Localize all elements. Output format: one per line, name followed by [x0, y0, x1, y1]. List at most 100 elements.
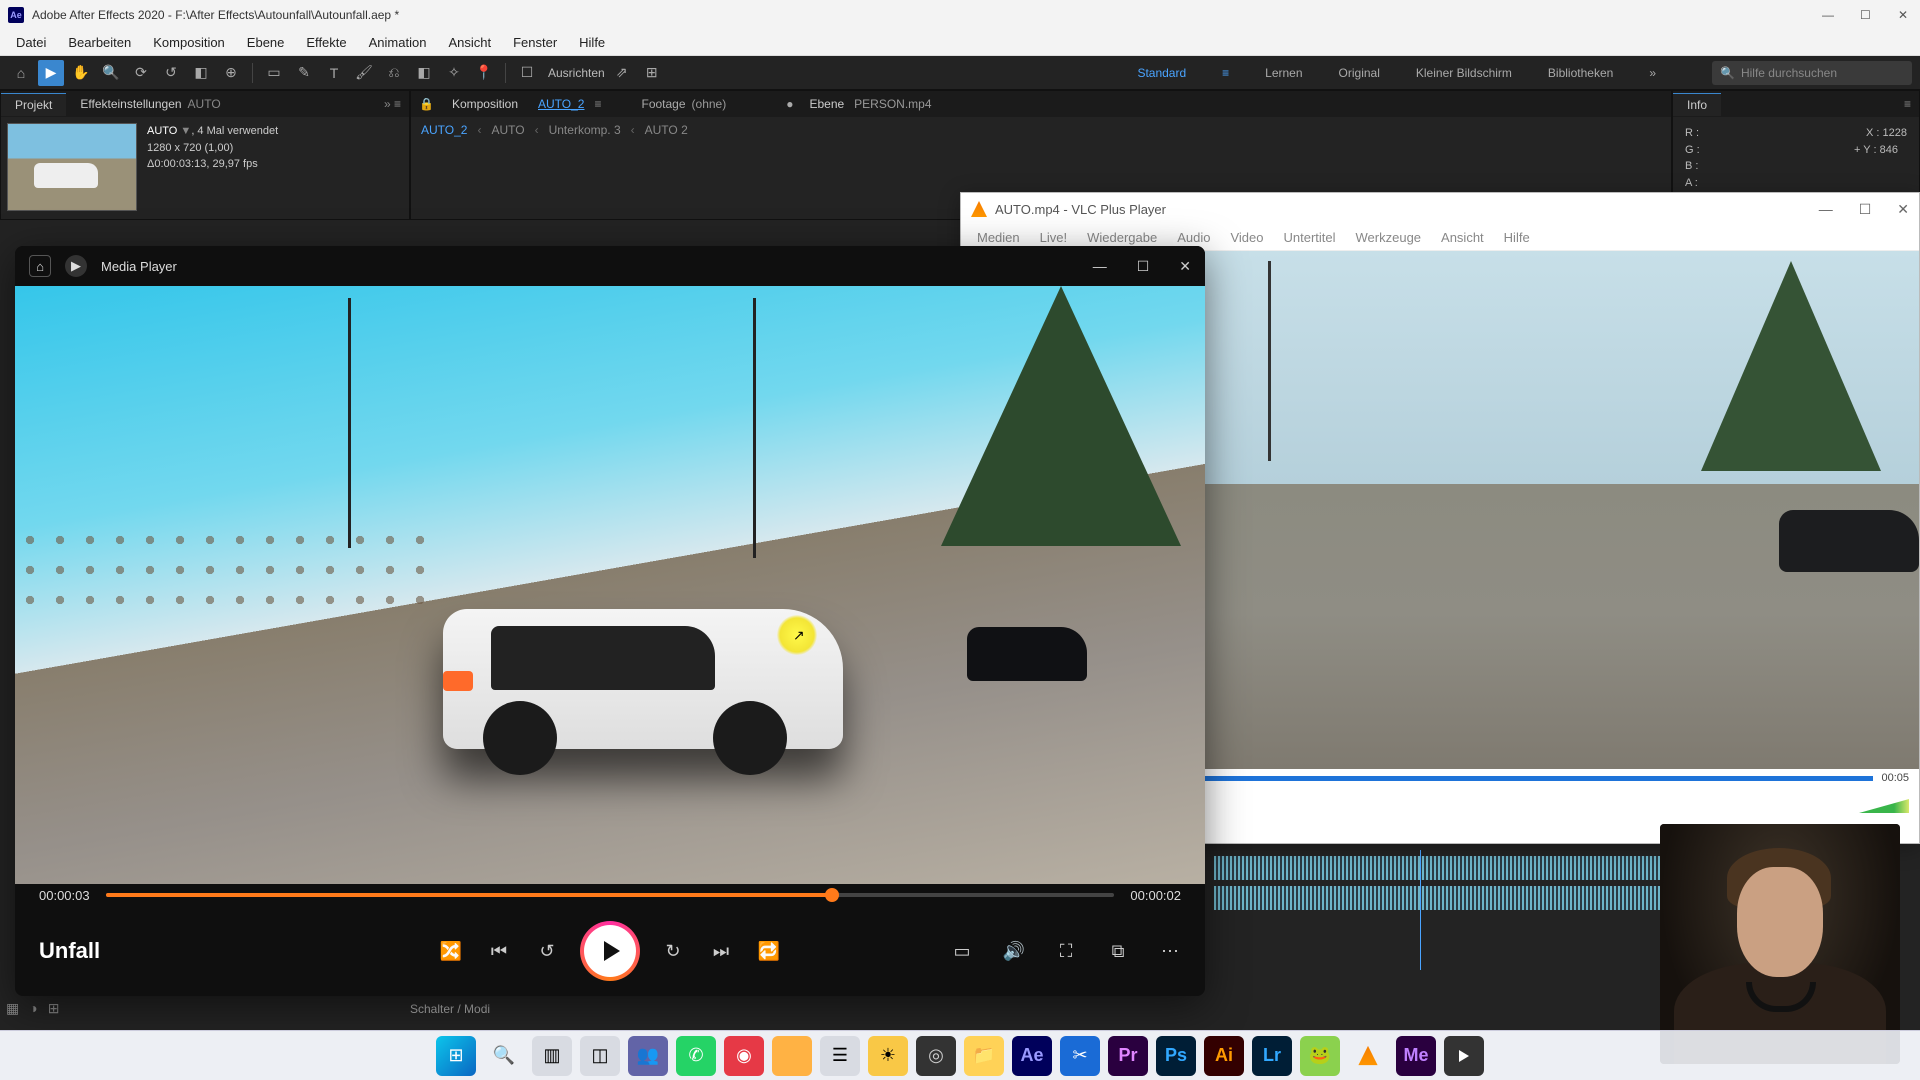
menu-bearbeiten[interactable]: Bearbeiten	[58, 33, 141, 52]
mp-titlebar[interactable]: ⌂ ▶ Media Player — ☐ ✕	[15, 246, 1205, 286]
status-icon[interactable]: ◑	[29, 1000, 37, 1017]
lock-icon[interactable]: 🔒	[419, 97, 434, 111]
vlc-menu-medien[interactable]: Medien	[969, 228, 1028, 247]
puppet-tool-icon[interactable]: 📍	[471, 60, 497, 86]
bc-3[interactable]: AUTO 2	[645, 123, 688, 137]
workspace-bibliotheken[interactable]: Bibliotheken	[1548, 66, 1613, 80]
tab-info[interactable]: Info	[1673, 93, 1721, 116]
shape-tool-icon[interactable]: ▭	[261, 60, 287, 86]
firefox-icon[interactable]	[772, 1036, 812, 1076]
vlc-menu-ansicht[interactable]: Ansicht	[1433, 228, 1492, 247]
vlc-menu-live[interactable]: Live!	[1032, 228, 1075, 247]
close-icon[interactable]: ✕	[1897, 201, 1909, 218]
whatsapp-icon[interactable]: ✆	[676, 1036, 716, 1076]
miniplayer-icon[interactable]: ⧉	[1107, 941, 1129, 962]
photoshop-icon[interactable]: Ps	[1156, 1036, 1196, 1076]
vlc-icon[interactable]	[1348, 1036, 1388, 1076]
ae-titlebar[interactable]: Ae Adobe After Effects 2020 - F:\After E…	[0, 0, 1920, 30]
prev-icon[interactable]: ⏮	[488, 941, 510, 962]
dropdown-icon[interactable]: ▼	[180, 125, 191, 137]
media-player-icon[interactable]	[1444, 1036, 1484, 1076]
menu-datei[interactable]: Datei	[6, 33, 56, 52]
start-icon[interactable]: ⊞	[436, 1036, 476, 1076]
project-thumbnail[interactable]	[7, 123, 137, 211]
anchor-tool-icon[interactable]: ⊕	[218, 60, 244, 86]
after-effects-icon[interactable]: Ae	[1012, 1036, 1052, 1076]
vlc-menu-werkzeuge[interactable]: Werkzeuge	[1348, 228, 1430, 247]
more-icon[interactable]: ⋯	[1159, 941, 1181, 962]
bc-0[interactable]: AUTO_2	[421, 123, 467, 137]
workspace-dropdown-icon[interactable]: ≡	[1222, 66, 1229, 80]
home-tool-icon[interactable]: ⌂	[8, 60, 34, 86]
timeline-playhead[interactable]	[1420, 850, 1421, 970]
shuffle-icon[interactable]: 🔀	[440, 941, 462, 962]
fwd30-icon[interactable]: ↻	[662, 941, 684, 962]
bc-1[interactable]: AUTO	[491, 123, 524, 137]
next-icon[interactable]: ⏭	[710, 941, 732, 962]
snap-opt1-icon[interactable]: ⇗	[609, 60, 635, 86]
fullscreen-icon[interactable]: ⛶	[1055, 941, 1077, 962]
maximize-icon[interactable]: ☐	[1137, 258, 1150, 275]
app-icon[interactable]: ☀	[868, 1036, 908, 1076]
workspace-kleiner[interactable]: Kleiner Bildschirm	[1416, 66, 1512, 80]
eraser-tool-icon[interactable]: ◧	[411, 60, 437, 86]
vlc-menu-wiedergabe[interactable]: Wiedergabe	[1079, 228, 1165, 247]
mp-seekbar[interactable]	[106, 893, 1115, 897]
snap-opt2-icon[interactable]: ⊞	[639, 60, 665, 86]
vlc-menu-untertitel[interactable]: Untertitel	[1275, 228, 1343, 247]
maximize-icon[interactable]: ☐	[1860, 8, 1874, 22]
menu-komposition[interactable]: Komposition	[143, 33, 235, 52]
menu-fenster[interactable]: Fenster	[503, 33, 567, 52]
media-encoder-icon[interactable]: Me	[1396, 1036, 1436, 1076]
close-icon[interactable]: ✕	[1179, 258, 1191, 275]
app-icon[interactable]: ✂	[1060, 1036, 1100, 1076]
roto-tool-icon[interactable]: ✧	[441, 60, 467, 86]
obs-icon[interactable]: ◎	[916, 1036, 956, 1076]
menu-ebene[interactable]: Ebene	[237, 33, 295, 52]
comp-dropdown-icon[interactable]: ≡	[594, 97, 601, 111]
bc-2[interactable]: Unterkomp. 3	[549, 123, 621, 137]
mp-video-area[interactable]	[15, 286, 1205, 884]
vlc-titlebar[interactable]: AUTO.mp4 - VLC Plus Player — ☐ ✕	[961, 193, 1919, 225]
rotate-tool-icon[interactable]: ↺	[158, 60, 184, 86]
camera-tool-icon[interactable]: ◧	[188, 60, 214, 86]
illustrator-icon[interactable]: Ai	[1204, 1036, 1244, 1076]
menu-animation[interactable]: Animation	[359, 33, 437, 52]
app-icon[interactable]: 🐸	[1300, 1036, 1340, 1076]
explorer-icon[interactable]: 📁	[964, 1036, 1004, 1076]
widgets-icon[interactable]: ◫	[580, 1036, 620, 1076]
stamp-tool-icon[interactable]: ⎌	[381, 60, 407, 86]
vlc-menu-hilfe[interactable]: Hilfe	[1496, 228, 1538, 247]
tab-projekt[interactable]: Projekt	[1, 93, 66, 116]
teams-icon[interactable]: 👥	[628, 1036, 668, 1076]
workspace-more-icon[interactable]: »	[1649, 66, 1656, 80]
maximize-icon[interactable]: ☐	[1859, 201, 1872, 218]
vlc-volume-icon[interactable]	[1859, 799, 1909, 813]
mail-icon[interactable]: ◉	[724, 1036, 764, 1076]
taskview-icon[interactable]: ▥	[532, 1036, 572, 1076]
hand-tool-icon[interactable]: ✋	[68, 60, 94, 86]
help-search-input[interactable]: 🔍 Hilfe durchsuchen	[1712, 61, 1912, 85]
comp-current[interactable]: AUTO_2	[528, 93, 594, 115]
minimize-icon[interactable]: —	[1093, 258, 1107, 275]
panel-menu-icon[interactable]: ≡	[1904, 97, 1919, 111]
minimize-icon[interactable]: —	[1819, 201, 1833, 218]
home-icon[interactable]: ⌂	[29, 255, 51, 277]
schalter-modi-label[interactable]: Schalter / Modi	[410, 1002, 490, 1016]
panel-more-icon[interactable]: » ≡	[384, 97, 409, 111]
snap-check-icon[interactable]: ☐	[514, 60, 540, 86]
media-player-window[interactable]: ⌂ ▶ Media Player — ☐ ✕ 00:00:03 00:00:02…	[15, 246, 1205, 996]
vlc-menu-video[interactable]: Video	[1222, 228, 1271, 247]
orbit-tool-icon[interactable]: ⟳	[128, 60, 154, 86]
zoom-tool-icon[interactable]: 🔍	[98, 60, 124, 86]
text-tool-icon[interactable]: T	[321, 60, 347, 86]
back10-icon[interactable]: ↺	[536, 941, 558, 962]
selection-tool-icon[interactable]: ▶	[38, 60, 64, 86]
status-icon[interactable]: ▦	[6, 1000, 19, 1017]
play-button[interactable]	[584, 925, 636, 977]
menu-ansicht[interactable]: Ansicht	[438, 33, 501, 52]
repeat-icon[interactable]: 🔁	[758, 941, 780, 962]
brush-tool-icon[interactable]: 🖌	[351, 60, 377, 86]
layer-value[interactable]: PERSON.mp4	[854, 97, 931, 111]
lightroom-icon[interactable]: Lr	[1252, 1036, 1292, 1076]
